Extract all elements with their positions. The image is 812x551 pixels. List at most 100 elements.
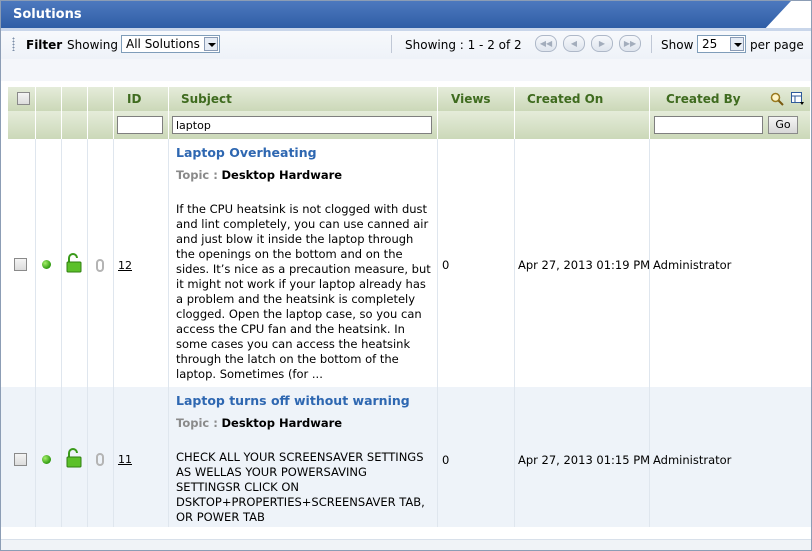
- attachment-column-header: [88, 87, 114, 111]
- row-cell: [62, 387, 88, 527]
- topic-value: Desktop Hardware: [221, 416, 343, 430]
- solution-title-link[interactable]: Laptop turns off without warning: [176, 393, 410, 408]
- views-count: 0: [442, 258, 450, 272]
- per-page-select[interactable]: 25: [697, 35, 746, 53]
- filter-cell-subject: laptop: [169, 111, 438, 139]
- column-header-id-label: ID: [127, 92, 142, 106]
- next-page-button[interactable]: ▶: [591, 35, 613, 52]
- column-header-created-by-label: Created By: [666, 92, 741, 106]
- topic-value: Desktop Hardware: [221, 168, 343, 182]
- row-checkbox[interactable]: [14, 258, 27, 271]
- previous-page-button[interactable]: ◀: [563, 35, 585, 52]
- subject-filter-input[interactable]: laptop: [172, 116, 432, 134]
- chevron-down-icon[interactable]: [730, 37, 744, 51]
- column-header-subject-label: Subject: [181, 92, 232, 106]
- filter-cell-id: [114, 111, 169, 139]
- column-header-id[interactable]: ID: [114, 87, 169, 111]
- created-by: Administrator: [653, 453, 732, 467]
- toolbar-separator: [391, 35, 392, 53]
- select-all-checkbox[interactable]: [17, 92, 30, 105]
- row-cell: Apr 27, 2013 01:19 PM: [515, 139, 650, 387]
- filter-label: Filter: [26, 38, 63, 52]
- solution-body: If the CPU heatsink is not clogged with …: [176, 202, 431, 381]
- title-bar: Solutions: [1, 1, 811, 31]
- row-cell: Apr 27, 2013 01:15 PM: [515, 387, 650, 527]
- row-cell: 0: [438, 387, 515, 527]
- created-by-filter-input[interactable]: [654, 116, 763, 134]
- column-header-views-label: Views: [451, 92, 491, 106]
- row-cell: [88, 387, 114, 527]
- row-id-link[interactable]: 11: [118, 453, 132, 466]
- row-cell: [36, 139, 62, 387]
- previous-page-icon: ◀: [570, 39, 578, 48]
- filter-select[interactable]: All Solutions: [121, 35, 220, 53]
- solution-body: CHECK ALL YOUR SCREENSAVER SETTINGS AS W…: [176, 450, 425, 524]
- last-page-icon: ▶▶: [623, 39, 637, 48]
- filter-cell: [438, 111, 515, 139]
- row-cell: [62, 139, 88, 387]
- id-filter-input[interactable]: [117, 116, 163, 134]
- table-row[interactable]: 11 Laptop turns off without warning Topi…: [1, 387, 811, 527]
- title-bar-background: [1, 1, 791, 28]
- unlocked-padlock-icon[interactable]: [65, 253, 83, 273]
- topic-label: Topic :: [176, 168, 218, 182]
- bottom-bar: [1, 539, 811, 550]
- topic-label: Topic :: [176, 416, 218, 430]
- filter-cell: [8, 111, 36, 139]
- first-page-icon: ◀◀: [539, 39, 553, 48]
- column-header-created-on[interactable]: Created On: [515, 87, 650, 111]
- row-cell: [88, 139, 114, 387]
- status-column-header: [36, 87, 62, 111]
- go-button[interactable]: Go: [768, 116, 798, 134]
- filter-cell-created-by: Go: [650, 111, 811, 139]
- select-all-header: [8, 87, 36, 111]
- created-on: Apr 27, 2013 01:15 PM: [518, 453, 651, 467]
- table-row[interactable]: 12 Laptop Overheating Topic : Desktop Ha…: [1, 139, 811, 387]
- created-on: Apr 27, 2013 01:19 PM: [518, 258, 651, 272]
- last-page-button[interactable]: ▶▶: [619, 35, 641, 52]
- panel-title: Solutions: [13, 7, 82, 22]
- column-header-subject[interactable]: Subject: [169, 87, 438, 111]
- row-cell: 12: [114, 139, 169, 387]
- status-dot-icon: [42, 260, 51, 269]
- first-page-button[interactable]: ◀◀: [535, 35, 557, 52]
- row-cell: 0: [438, 139, 515, 387]
- search-icon[interactable]: [770, 92, 784, 106]
- created-by: Administrator: [653, 258, 732, 272]
- next-page-icon: ▶: [598, 39, 606, 48]
- column-chooser-icon[interactable]: [791, 92, 805, 106]
- status-dot-icon: [42, 455, 51, 464]
- paperclip-icon[interactable]: [96, 259, 104, 272]
- solution-title-link[interactable]: Laptop Overheating: [176, 145, 317, 160]
- filter-cell: [88, 111, 114, 139]
- chevron-down-icon[interactable]: [204, 37, 218, 51]
- paperclip-icon[interactable]: [96, 453, 104, 466]
- showing-label: Showing: [67, 38, 118, 52]
- per-page-label: per page: [750, 38, 804, 52]
- filter-cell: [62, 111, 88, 139]
- column-header-views[interactable]: Views: [438, 87, 515, 111]
- toolbar: Filter Showing All Solutions Showing : 1…: [1, 31, 811, 59]
- row-cell: 11: [114, 387, 169, 527]
- filter-select-value: All Solutions: [126, 37, 200, 51]
- row-cell: [8, 387, 36, 527]
- toolbar-grip-icon: [12, 37, 15, 51]
- column-header-created-on-label: Created On: [527, 92, 604, 106]
- lock-column-header: [62, 87, 88, 111]
- topic-line: Topic : Desktop Hardware: [176, 416, 342, 430]
- column-header-created-by[interactable]: Created By: [650, 87, 811, 111]
- row-cell: [36, 387, 62, 527]
- filter-cell: [515, 111, 650, 139]
- row-id-link[interactable]: 12: [118, 259, 132, 272]
- filter-cell: [36, 111, 62, 139]
- views-count: 0: [442, 453, 450, 467]
- row-checkbox[interactable]: [14, 453, 27, 466]
- toolbar-spacer: [1, 59, 811, 81]
- solutions-panel: Solutions Filter Showing All Solutions S…: [0, 0, 812, 551]
- topic-line: Topic : Desktop Hardware: [176, 168, 342, 182]
- unlocked-padlock-icon[interactable]: [65, 448, 83, 468]
- row-cell: Administrator: [650, 139, 811, 387]
- per-page-value: 25: [702, 37, 718, 51]
- show-label: Show: [661, 38, 694, 52]
- row-cell: [8, 139, 36, 387]
